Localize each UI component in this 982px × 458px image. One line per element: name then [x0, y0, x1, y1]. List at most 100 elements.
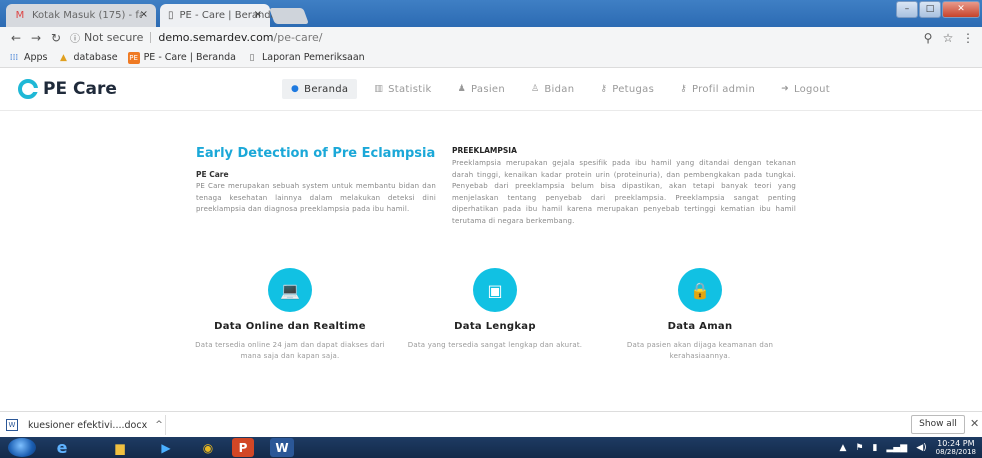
hero-subtitle: PE Care: [196, 170, 229, 179]
bookmark-star-icon[interactable]: ☆: [938, 31, 958, 45]
brand-logo[interactable]: PE Care: [18, 79, 117, 99]
powerpoint-taskbar-icon[interactable]: P: [232, 438, 254, 457]
document-icon: ▯: [249, 52, 255, 63]
url-path: /pe-care/: [273, 31, 323, 44]
address-bar: ← → ↻ ⓘ Not secure demo.semardev.com/pe-…: [0, 27, 982, 48]
media-taskbar-icon[interactable]: ▶: [150, 438, 182, 457]
gmail-icon: M: [15, 9, 25, 21]
clock[interactable]: 10:24 PM 08/28/2018: [936, 439, 976, 457]
word-taskbar-icon[interactable]: W: [270, 438, 294, 457]
laptop-icon: 💻: [268, 268, 312, 312]
nav-label: Petugas: [612, 83, 655, 95]
bookmark-label: database: [73, 52, 118, 63]
sign-out-icon: ➜: [781, 84, 789, 94]
close-tab-icon[interactable]: ×: [254, 9, 262, 20]
downloads-bar: W kuesioner efektivi....docx ^ Show all …: [0, 411, 982, 437]
bookmark-label: Laporan Pemeriksaan: [261, 52, 365, 63]
feature-description: Data yang tersedia sangat lengkap dan ak…: [407, 341, 583, 349]
feature-description: Data pasien akan dijaga keamanan dan ker…: [626, 341, 774, 360]
nav-label: Profil admin: [692, 83, 756, 95]
key-icon: ⚷: [680, 84, 688, 94]
tab-gmail[interactable]: M Kotak Masuk (175) - fajar ×: [6, 4, 156, 27]
nav-profil-admin[interactable]: ⚷ Profil admin: [671, 79, 764, 99]
feature-online: 💻 Data Online dan Realtime Data tersedia…: [190, 268, 390, 362]
hero-description: PE Care merupakan sebuah system untuk me…: [196, 182, 436, 213]
nav-statistik[interactable]: ▥ Statistik: [365, 79, 440, 99]
nav-label: Statistik: [388, 83, 432, 95]
key-icon: ⚷: [600, 84, 608, 94]
home-icon: ●: [291, 84, 300, 94]
nav-logout[interactable]: ➜ Logout: [772, 79, 839, 99]
main-nav: ● Beranda ▥ Statistik ♟ Pasien ♙ Bidan ⚷…: [282, 79, 847, 99]
about-section: PREEKLAMPSIA Preeklampsia merupakan geja…: [452, 146, 796, 227]
download-filename: kuesioner efektivi....docx: [28, 419, 148, 431]
url-host: demo.semardev.com: [158, 31, 274, 44]
file-excel-icon: ▣: [473, 268, 517, 312]
signal-icon[interactable]: ▂▄▆: [886, 443, 907, 453]
address-actions: ⚲ ☆ ⋮: [918, 31, 978, 45]
ie-taskbar-icon[interactable]: e: [46, 438, 78, 457]
nav-label: Bidan: [544, 83, 575, 95]
chevron-up-icon[interactable]: ^: [155, 420, 163, 430]
chrome-taskbar-icon[interactable]: ◉: [192, 438, 224, 457]
flag-icon[interactable]: ⚑: [855, 443, 863, 453]
user-icon: ♟: [457, 84, 467, 94]
nav-bidan[interactable]: ♙ Bidan: [522, 79, 583, 99]
hero-title: Early Detection of Pre Eclampsia: [196, 146, 436, 161]
feature-title: Data Online dan Realtime: [214, 321, 366, 332]
close-icon[interactable]: ✕: [970, 417, 979, 430]
volume-icon[interactable]: ◀): [916, 443, 926, 453]
info-icon[interactable]: ⓘ: [70, 30, 80, 45]
start-button[interactable]: [8, 438, 36, 457]
explorer-taskbar-icon[interactable]: ▆: [104, 438, 136, 457]
taskbar: e ▆ ▶ ◉ P W ▲ ⚑ ▮ ▂▄▆ ◀) 10:24 PM 08/28/…: [0, 437, 982, 458]
tab-title: PE - Care | Beranda: [179, 10, 277, 21]
menu-kebab-icon[interactable]: ⋮: [958, 31, 978, 45]
nav-petugas[interactable]: ⚷ Petugas: [591, 79, 663, 99]
url-text: demo.semardev.com/pe-care/: [158, 31, 322, 44]
nav-beranda[interactable]: ● Beranda: [282, 79, 358, 99]
feature-aman: 🔒 Data Aman Data pasien akan dijaga keam…: [600, 268, 800, 362]
new-tab-button[interactable]: [269, 8, 309, 24]
feature-title: Data Lengkap: [454, 321, 536, 332]
feature-lengkap: ▣ Data Lengkap Data yang tersedia sangat…: [395, 268, 595, 351]
nav-label: Pasien: [471, 83, 506, 95]
bookmark-label: Apps: [24, 52, 48, 63]
maximize-button[interactable]: □: [919, 1, 941, 18]
user-md-icon: ♙: [531, 84, 540, 94]
show-all-button[interactable]: Show all: [911, 415, 965, 434]
nav-label: Logout: [793, 83, 830, 95]
bookmarks-bar: ⁞⁞⁞ Apps ▲ database PE PE - Care | Beran…: [0, 48, 982, 68]
download-item[interactable]: W kuesioner efektivi....docx ^: [6, 415, 166, 435]
bookmark-apps[interactable]: ⁞⁞⁞ Apps: [8, 52, 48, 64]
show-hidden-icons-icon[interactable]: ▲: [839, 443, 846, 453]
forward-icon[interactable]: →: [26, 31, 46, 45]
zoom-icon[interactable]: ⚲: [918, 31, 938, 45]
logo-mark-icon: [18, 79, 39, 99]
bookmark-database[interactable]: ▲ database: [58, 52, 118, 64]
minimize-button[interactable]: –: [896, 1, 918, 18]
battery-icon[interactable]: ▮: [872, 443, 877, 453]
pe-care-favicon: PE: [127, 51, 140, 64]
site-header: PE Care ● Beranda ▥ Statistik ♟ Pasien ♙…: [0, 69, 982, 111]
tab-title: Kotak Masuk (175) - fajar: [32, 10, 142, 21]
bookmark-pe-care[interactable]: PE PE - Care | Beranda: [127, 51, 236, 64]
close-window-button[interactable]: ✕: [942, 1, 980, 18]
security-label: Not secure: [84, 31, 144, 44]
about-body: Preeklampsia merupakan gejala spesifik p…: [452, 159, 796, 225]
bookmark-laporan[interactable]: ▯ Laporan Pemeriksaan: [246, 52, 365, 64]
brand-name: PE Care: [43, 79, 117, 99]
document-icon: ▯: [168, 9, 174, 21]
url-input[interactable]: ⓘ Not secure demo.semardev.com/pe-care/: [70, 29, 918, 46]
word-document-icon: W: [6, 419, 18, 431]
lock-icon: 🔒: [678, 268, 722, 312]
clock-time: 10:24 PM: [937, 438, 975, 448]
tab-pe-care[interactable]: ▯ PE - Care | Beranda ×: [160, 4, 277, 27]
about-heading: PREEKLAMPSIA: [452, 146, 517, 155]
divider: [150, 32, 152, 43]
apps-grid-icon: ⁞⁞⁞: [9, 52, 19, 63]
back-icon[interactable]: ←: [6, 31, 26, 45]
nav-pasien[interactable]: ♟ Pasien: [449, 79, 514, 99]
close-tab-icon[interactable]: ×: [140, 9, 148, 20]
reload-icon[interactable]: ↻: [46, 31, 66, 45]
